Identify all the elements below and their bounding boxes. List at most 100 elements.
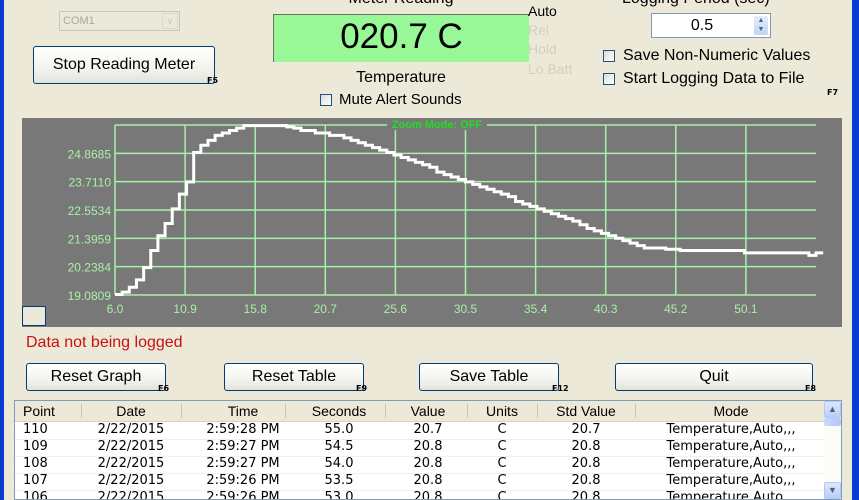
cell-time: 2:59:28 PM <box>206 422 280 437</box>
y-tick-label: 21.3959 <box>68 232 112 246</box>
start-logging-label: Start Logging Data to File <box>623 70 805 87</box>
window-border-right <box>852 0 859 500</box>
cell-std-value: 20.8 <box>571 473 601 488</box>
save-non-numeric-checkbox[interactable] <box>603 50 615 62</box>
column-header-point[interactable]: Point <box>23 403 67 419</box>
logging-period-label: Logging Period (sec) <box>622 0 770 8</box>
com-port-select[interactable]: COM1 ∨ <box>59 11 180 31</box>
table-row[interactable]: 107 2/22/2015 2:59:26 PM 53.5 20.8 C 20.8 Tempe… <box>15 473 825 491</box>
cell-point: 109 <box>23 439 48 454</box>
meter-reading-title: Meter Reading <box>273 0 529 8</box>
chart-svg: 19.0809 20.2384 21.3959 22.5534 23.7110 24.86… <box>68 118 824 316</box>
reset-graph-label: Reset Graph <box>50 368 142 385</box>
temperature-graph[interactable]: 19.0809 20.2384 21.3959 22.5534 23.7110 24.86… <box>22 118 842 327</box>
column-header-mode[interactable]: Mode <box>637 403 825 419</box>
y-tick-label: 20.2384 <box>68 261 112 275</box>
cell-seconds: 55.0 <box>324 422 354 437</box>
save-non-numeric-label: Save Non-Numeric Values <box>623 47 811 64</box>
cell-mode: Temperature,Auto,,, <box>666 439 796 454</box>
cell-std-value: 20.8 <box>571 456 601 471</box>
cell-time: 2:59:27 PM <box>206 456 280 471</box>
x-tick-label: 45.2 <box>664 302 688 316</box>
cell-value: 20.8 <box>413 473 443 488</box>
column-separator[interactable] <box>181 404 182 418</box>
column-header-time[interactable]: Time <box>187 403 299 419</box>
scroll-down-icon[interactable]: ▼ <box>824 482 841 499</box>
column-header-value[interactable]: Value <box>387 403 469 419</box>
column-header-seconds[interactable]: Seconds <box>293 403 385 419</box>
x-tick-label: 30.5 <box>454 302 478 316</box>
cell-mode: Temperature,Auto,,, <box>666 422 796 437</box>
table-row[interactable]: 109 2/22/2015 2:59:27 PM 54.5 20.8 C 20.8 Tempe… <box>15 439 825 457</box>
reset-table-button[interactable]: Reset Table <box>224 363 364 391</box>
stop-reading-meter-button[interactable]: Stop Reading Meter <box>33 46 215 84</box>
table-row[interactable]: 108 2/22/2015 2:59:27 PM 54.0 20.8 C 20.8 Tempe… <box>15 456 825 474</box>
x-tick-label: 6.0 <box>107 302 124 316</box>
start-logging-checkbox[interactable] <box>603 73 615 85</box>
cell-time: 2:59:27 PM <box>206 439 280 454</box>
cell-units: C <box>497 473 507 488</box>
meter-display: 020.7 C <box>273 14 529 62</box>
column-separator[interactable] <box>385 404 386 418</box>
y-tick-label: 24.8685 <box>68 147 112 161</box>
x-tick-label: 10.9 <box>173 302 197 316</box>
mute-alert-label: Mute Alert Sounds <box>339 91 462 108</box>
column-separator[interactable] <box>81 404 82 418</box>
cell-seconds: 53.0 <box>324 490 354 500</box>
cell-value: 20.8 <box>413 490 443 500</box>
cell-units: C <box>497 490 507 500</box>
data-table[interactable]: Point Date Time Seconds Value Units Std Value M… <box>14 400 842 500</box>
cell-date: 2/22/2015 <box>97 439 165 454</box>
reset-graph-button[interactable]: Reset Graph <box>26 363 166 391</box>
column-separator[interactable] <box>467 404 468 418</box>
cell-time: 2:59:26 PM <box>206 473 280 488</box>
column-header-std-value[interactable]: Std Value <box>537 403 635 419</box>
cell-point: 107 <box>23 473 48 488</box>
cell-time: 2:59:26 PM <box>206 490 280 500</box>
chevron-down-icon[interactable]: ∨ <box>162 13 178 29</box>
indicator-rel: Rel <box>528 22 550 38</box>
column-header-date[interactable]: Date <box>83 403 179 419</box>
window-border-left <box>0 0 4 500</box>
scroll-thumb[interactable] <box>824 418 841 426</box>
graph-small-button[interactable] <box>22 306 46 326</box>
stop-reading-meter-label: Stop Reading Meter <box>52 56 196 73</box>
meter-mode-label: Temperature <box>356 69 446 86</box>
cell-units: C <box>497 439 507 454</box>
x-tick-label: 20.7 <box>314 302 338 316</box>
x-tick-label: 35.4 <box>524 302 548 316</box>
save-table-fkey: F12 <box>552 384 569 393</box>
stop-reading-fkey: F5 <box>207 76 219 85</box>
column-separator[interactable] <box>635 404 636 418</box>
table-row[interactable]: 106 2/22/2015 2:59:26 PM 53.0 20.8 C 20.8 Tempe… <box>15 490 825 500</box>
save-table-button[interactable]: Save Table <box>419 363 559 391</box>
cell-std-value: 20.7 <box>571 422 601 437</box>
reset-table-fkey: F9 <box>356 384 368 393</box>
cell-value: 20.7 <box>413 422 443 437</box>
table-row[interactable]: 110 2/22/2015 2:59:28 PM 55.0 20.7 C 20.7 Tempe… <box>15 422 825 440</box>
indicator-auto: Auto <box>528 3 557 19</box>
cell-value: 20.8 <box>413 456 443 471</box>
table-scrollbar[interactable]: ▲ ▼ <box>824 401 841 499</box>
cell-point: 110 <box>23 422 48 437</box>
quit-button[interactable]: Quit <box>615 363 813 391</box>
logging-period-spinner[interactable]: 0.5 ▲ ▼ <box>651 13 771 38</box>
indicator-hold: Hold <box>528 41 557 57</box>
cell-mode: Temperature,Auto,,, <box>666 490 796 500</box>
column-header-units[interactable]: Units <box>467 403 537 419</box>
scroll-up-icon[interactable]: ▲ <box>824 401 841 418</box>
x-tick-label: 15.8 <box>244 302 268 316</box>
logging-status: Data not being logged <box>26 334 183 351</box>
x-tick-label: 50.1 <box>734 302 758 316</box>
cell-mode: Temperature,Auto,,, <box>666 456 796 471</box>
cell-units: C <box>497 456 507 471</box>
logging-period-value: 0.5 <box>690 17 714 34</box>
mute-alert-checkbox[interactable] <box>320 94 332 106</box>
column-separator[interactable] <box>285 404 286 418</box>
com-port-value: COM1 <box>63 15 95 27</box>
spinner-arrows-icon[interactable]: ▲ ▼ <box>754 16 768 35</box>
column-separator[interactable] <box>537 404 538 418</box>
meter-reading-value: 020.7 C <box>340 17 463 56</box>
y-tick-label: 23.7110 <box>69 176 112 190</box>
cell-point: 106 <box>23 490 48 500</box>
